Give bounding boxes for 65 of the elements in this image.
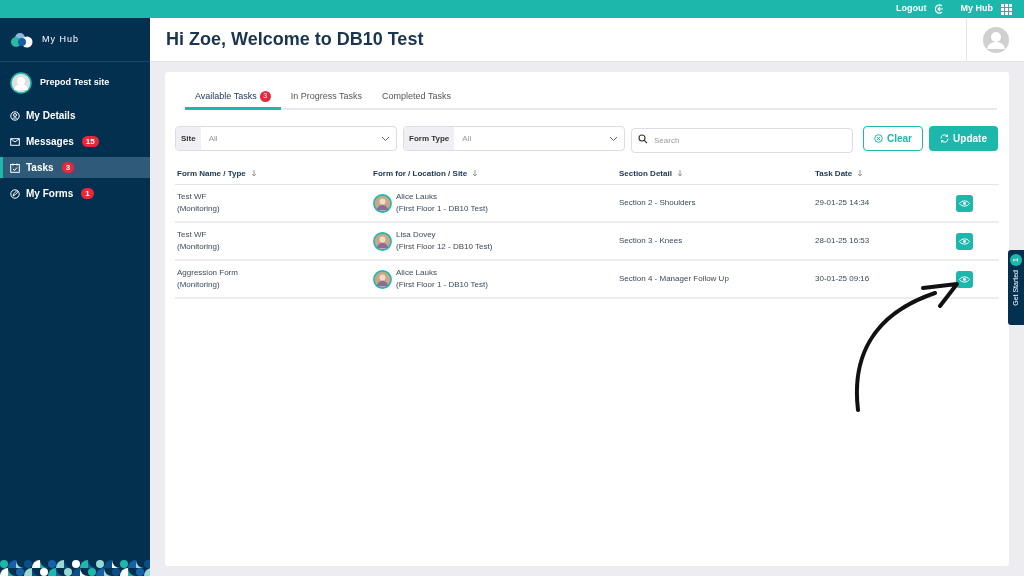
- nav-item[interactable]: My Details: [0, 105, 150, 126]
- table-cell-text: Test WF (Monitoring): [177, 191, 221, 215]
- select-value: All: [207, 132, 219, 145]
- refresh-icon: [940, 134, 950, 143]
- envelope-icon: [10, 136, 20, 147]
- user-circle-icon: [10, 110, 20, 121]
- person-avatar-icon: [373, 231, 392, 251]
- nav-label: Tasks: [26, 161, 54, 175]
- form-type-select[interactable]: Form Type All: [403, 126, 625, 151]
- nav-label: My Details: [26, 109, 76, 123]
- search-icon: [638, 134, 648, 144]
- person-avatar-icon: [373, 193, 392, 213]
- site-select[interactable]: Site All: [175, 126, 397, 151]
- brand-name: My Hub: [42, 32, 79, 46]
- count-badge: 1: [81, 188, 94, 199]
- logout-icon[interactable]: [934, 4, 945, 14]
- eye-icon: [959, 275, 970, 283]
- table-cell-text: 28-01-25 16:53: [815, 235, 871, 247]
- page-title: Hi Zoe, Welcome to DB10 Test: [165, 28, 425, 51]
- column-header[interactable]: Section Detail: [619, 167, 672, 180]
- clear-circle-icon: [874, 134, 883, 143]
- tab[interactable]: In Progress Tasks: [280, 86, 373, 110]
- column-header[interactable]: Task Date: [815, 167, 853, 180]
- calendar-check-icon: [10, 162, 20, 173]
- nav-item[interactable]: Tasks 3: [0, 157, 150, 178]
- table-cell-text: Section 3 - Knees: [619, 235, 684, 247]
- select-label: Form Type: [404, 127, 455, 150]
- chevron-down-icon: [609, 135, 618, 142]
- sort-arrow-icon: [676, 170, 683, 177]
- tab[interactable]: Completed Tasks: [372, 86, 461, 110]
- cloud-logo-icon: [10, 31, 34, 48]
- eye-icon: [959, 199, 970, 207]
- search-field[interactable]: Search: [631, 128, 853, 153]
- chevron-down-icon: [381, 135, 390, 142]
- apps-grid-icon[interactable]: [1001, 3, 1012, 15]
- profile-avatar-icon[interactable]: [982, 26, 1009, 53]
- site-name: Prepod Test site: [40, 76, 110, 90]
- table-cell-text: Section 2 - Shoulders: [619, 197, 697, 209]
- view-button[interactable]: [956, 270, 973, 288]
- table-cell: Lisa Dovey (First Floor 12 - DB10 Test): [396, 229, 493, 253]
- select-value: All: [461, 132, 473, 145]
- nav-item[interactable]: Messages 15: [0, 131, 150, 152]
- pencil-circle-icon: [10, 188, 20, 199]
- eye-icon: [959, 237, 970, 245]
- count-badge: 3: [61, 162, 75, 173]
- select-label: Site: [176, 127, 201, 150]
- nav-label: My Forms: [26, 187, 74, 201]
- column-header[interactable]: Form Name / Type: [177, 167, 246, 180]
- column-header[interactable]: Form for / Location / Site: [373, 167, 468, 180]
- table-cell-text: 29-01-25 14:34: [815, 197, 871, 209]
- avatar-icon: [10, 72, 32, 94]
- sort-arrow-icon: [472, 170, 479, 177]
- count-badge: 15: [81, 136, 99, 147]
- table-cell: Alice Lauks (First Floor 1 - DB10 Test): [396, 267, 488, 291]
- nav-item[interactable]: My Forms 1: [0, 183, 150, 204]
- count-badge: 1: [1010, 254, 1022, 266]
- table-cell-text: Section 4 - Manager Follow Up: [619, 273, 730, 285]
- nav-label: Messages: [26, 135, 74, 149]
- table-cell: Alice Lauks (First Floor 1 - DB10 Test): [396, 191, 488, 215]
- table-cell-text: Aggression Form (Monitoring): [177, 267, 239, 291]
- sort-arrow-icon: [250, 170, 257, 177]
- sort-arrow-icon: [857, 170, 864, 177]
- table-cell-text: Test WF (Monitoring): [177, 229, 221, 253]
- person-avatar-icon: [373, 269, 392, 289]
- table-cell-text: 30-01-25 09:16: [815, 273, 871, 285]
